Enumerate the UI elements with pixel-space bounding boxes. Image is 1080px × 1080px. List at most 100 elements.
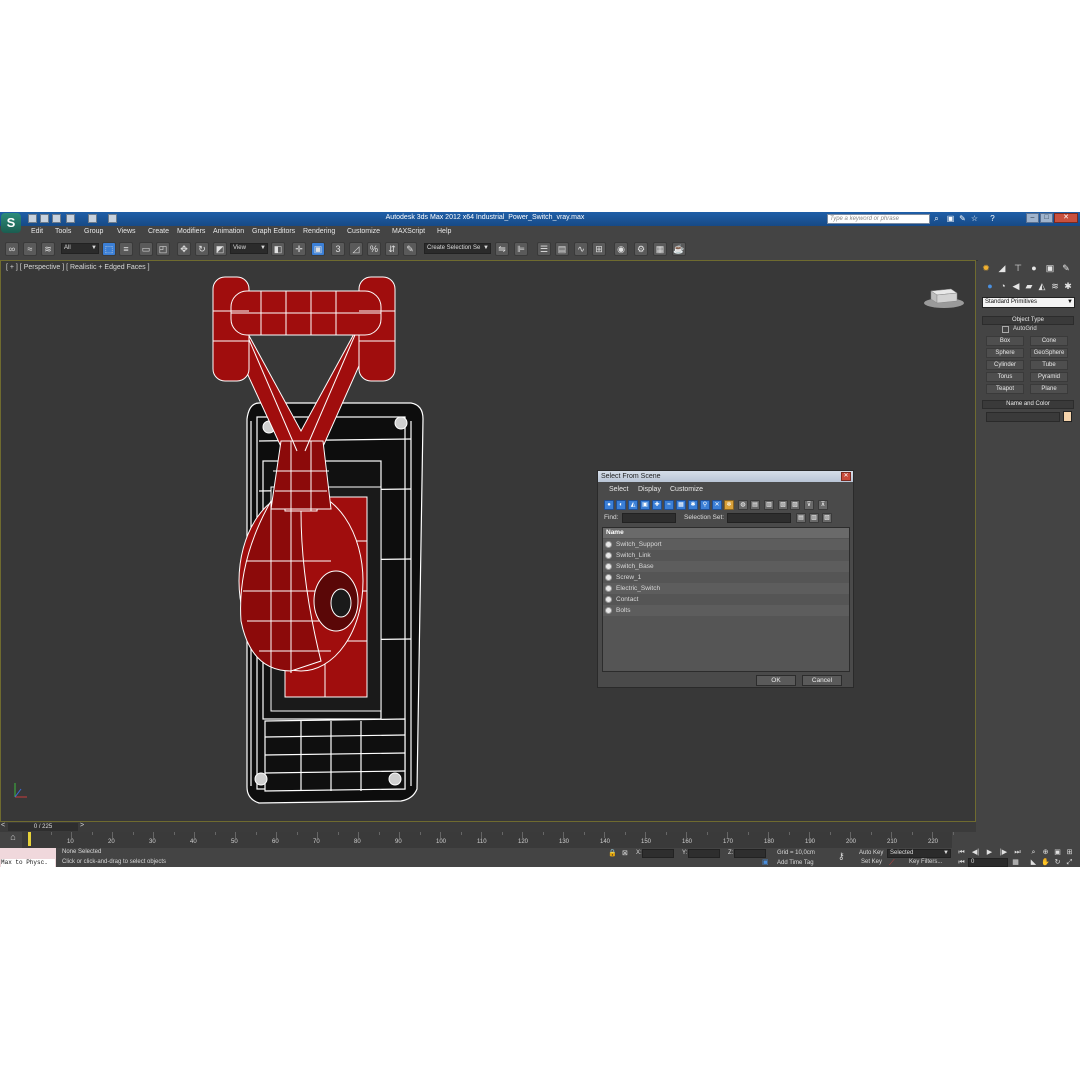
maxscript-listener[interactable]: Max to Physc. [0, 848, 56, 867]
helpers-category-icon[interactable]: ◭ [1036, 280, 1048, 292]
geosphere-button[interactable]: GeoSphere [1030, 348, 1068, 358]
menu-tools[interactable]: Tools [55, 228, 71, 235]
window-crossing-icon[interactable]: ◰ [156, 242, 170, 256]
select-by-name-icon[interactable]: ≡ [119, 242, 133, 256]
cylinder-button[interactable]: Cylinder [986, 360, 1024, 370]
display-bones-icon[interactable]: ⚲ [700, 500, 710, 510]
spinner-snap-icon[interactable]: ⇵ [385, 242, 399, 256]
tube-button[interactable]: Tube [1030, 360, 1068, 370]
autogrid-checkbox[interactable] [1002, 326, 1009, 333]
close-window-button[interactable]: ✕ [1054, 213, 1078, 223]
save-file-icon[interactable] [52, 214, 61, 223]
time-configuration-icon[interactable]: ▦ [1010, 858, 1021, 867]
selection-lock-icon[interactable]: 🔒 [608, 849, 617, 857]
display-tab-icon[interactable]: ▣ [1044, 262, 1056, 274]
viewcube-icon[interactable] [923, 283, 965, 309]
ok-button[interactable]: OK [756, 675, 796, 686]
shapes-category-icon[interactable]: ◔ [997, 280, 1009, 292]
box-button[interactable]: Box [986, 336, 1024, 346]
help-icon[interactable]: ? [988, 214, 997, 223]
angle-snap-icon[interactable]: ◿ [349, 242, 363, 256]
display-geometry-icon[interactable]: ● [604, 500, 614, 510]
edit-named-selection-icon[interactable]: ✎ [403, 242, 417, 256]
display-frozen-icon[interactable]: ❄ [724, 500, 734, 510]
cone-button[interactable]: Cone [1030, 336, 1068, 346]
perspective-viewport[interactable]: [ + ] [ Perspective ] [ Realistic + Edge… [0, 260, 976, 822]
category-dropdown[interactable]: Standard Primitives ▼ [982, 297, 1075, 308]
list-item[interactable]: Electric_Switch [603, 583, 849, 594]
unlink-icon[interactable]: ≈ [23, 242, 37, 256]
display-all-icon[interactable]: ▤ [750, 500, 760, 510]
filter-icon[interactable]: ⊽ [804, 500, 814, 510]
maxscript-input[interactable]: Max to Physc. [1, 859, 55, 867]
selection-set-add-icon[interactable]: ▤ [796, 513, 806, 523]
pivot-center-icon[interactable]: ◧ [271, 242, 285, 256]
object-color-swatch[interactable] [1063, 411, 1072, 422]
rectangular-selection-icon[interactable]: ▭ [139, 242, 153, 256]
menu-modifiers[interactable]: Modifiers [177, 228, 205, 235]
menu-edit[interactable]: Edit [31, 228, 43, 235]
mini-curve-editor-icon[interactable]: ⌂ [6, 832, 20, 846]
select-scale-icon[interactable]: ◩ [213, 242, 227, 256]
schematic-view-icon[interactable]: ⊞ [592, 242, 606, 256]
dialog-menu-customize[interactable]: Customize [670, 486, 703, 493]
app-logo-button[interactable]: S [1, 213, 21, 233]
orbit-icon[interactable]: ↻ [1052, 858, 1063, 867]
keyboard-shortcut-override-icon[interactable]: ▣ [311, 242, 325, 256]
maximize-button[interactable]: □ [1040, 213, 1053, 223]
percent-snap-icon[interactable]: % [367, 242, 381, 256]
object-type-rollout[interactable]: Object Type [982, 316, 1074, 325]
display-space-warps-icon[interactable]: ≈ [664, 500, 674, 510]
display-hidden-icon[interactable]: ◍ [738, 500, 748, 510]
binoculars-icon[interactable]: ⌕ [932, 214, 941, 223]
track-bar[interactable]: 10 20 30 40 50 60 70 80 90 100 110 120 130 140 150 160 1… [22, 832, 954, 848]
list-item[interactable]: Switch_Support [603, 539, 849, 550]
cameras-category-icon[interactable]: ▰ [1023, 280, 1035, 292]
display-cameras-icon[interactable]: ▣ [640, 500, 650, 510]
plane-button[interactable]: Plane [1030, 384, 1068, 394]
display-lights-icon[interactable]: ◭ [628, 500, 638, 510]
dialog-title[interactable]: Select From Scene [598, 471, 853, 482]
selection-filter-dropdown[interactable]: All ▼ [61, 243, 99, 254]
time-tag-icon[interactable]: ▣ [762, 858, 769, 866]
maximize-viewport-icon[interactable]: ⤢ [1064, 858, 1075, 867]
next-frame-icon[interactable]: > [80, 822, 84, 829]
redo-icon[interactable] [88, 214, 97, 223]
select-rotate-icon[interactable]: ↻ [195, 242, 209, 256]
render-production-icon[interactable]: ☕ [672, 242, 686, 256]
key-icon[interactable]: ⚷ [838, 851, 845, 862]
favorites-star-icon[interactable]: ☆ [970, 214, 979, 223]
display-xrefs-icon[interactable]: ✱ [688, 500, 698, 510]
go-to-start-icon[interactable]: ⏮ [956, 848, 967, 857]
align-icon[interactable]: ⊫ [514, 242, 528, 256]
torus-button[interactable]: Torus [986, 372, 1024, 382]
menu-graph-editors[interactable]: Graph Editors [252, 228, 295, 235]
absolute-mode-icon[interactable]: ⊠ [622, 849, 628, 857]
cancel-button[interactable]: Cancel [802, 675, 842, 686]
menu-views[interactable]: Views [117, 228, 136, 235]
go-to-end-icon[interactable]: ⏭ [1012, 848, 1023, 857]
field-of-view-icon[interactable]: ◣ [1028, 858, 1039, 867]
menu-customize[interactable]: Customize [347, 228, 380, 235]
systems-category-icon[interactable]: ✱ [1062, 280, 1074, 292]
rendered-frame-window-icon[interactable]: ▦ [653, 242, 667, 256]
select-manipulate-icon[interactable]: ✛ [292, 242, 306, 256]
x-coordinate-input[interactable] [642, 849, 674, 858]
motion-tab-icon[interactable]: ● [1028, 262, 1040, 274]
curve-editor-icon[interactable]: ∿ [574, 242, 588, 256]
display-helpers-icon[interactable]: ✚ [652, 500, 662, 510]
link-icon[interactable]: ∞ [5, 242, 19, 256]
frame-indicator[interactable]: 0 / 225 [8, 823, 78, 831]
display-invert-icon[interactable]: ▧ [778, 500, 788, 510]
zoom-extents-icon[interactable]: ▣ [1052, 848, 1063, 857]
zoom-all-icon[interactable]: ⊕ [1040, 848, 1051, 857]
selection-set-dropdown[interactable] [727, 513, 791, 523]
play-icon[interactable]: ▶ [984, 848, 995, 857]
zoom-extents-all-icon[interactable]: ⊞ [1064, 848, 1075, 857]
render-setup-icon[interactable]: ⚙ [634, 242, 648, 256]
teapot-button[interactable]: Teapot [986, 384, 1024, 394]
menu-animation[interactable]: Animation [213, 228, 244, 235]
name-color-rollout[interactable]: Name and Color [982, 400, 1074, 409]
display-containers-icon[interactable]: ✕ [712, 500, 722, 510]
modify-tab-icon[interactable]: ◢ [996, 262, 1008, 274]
